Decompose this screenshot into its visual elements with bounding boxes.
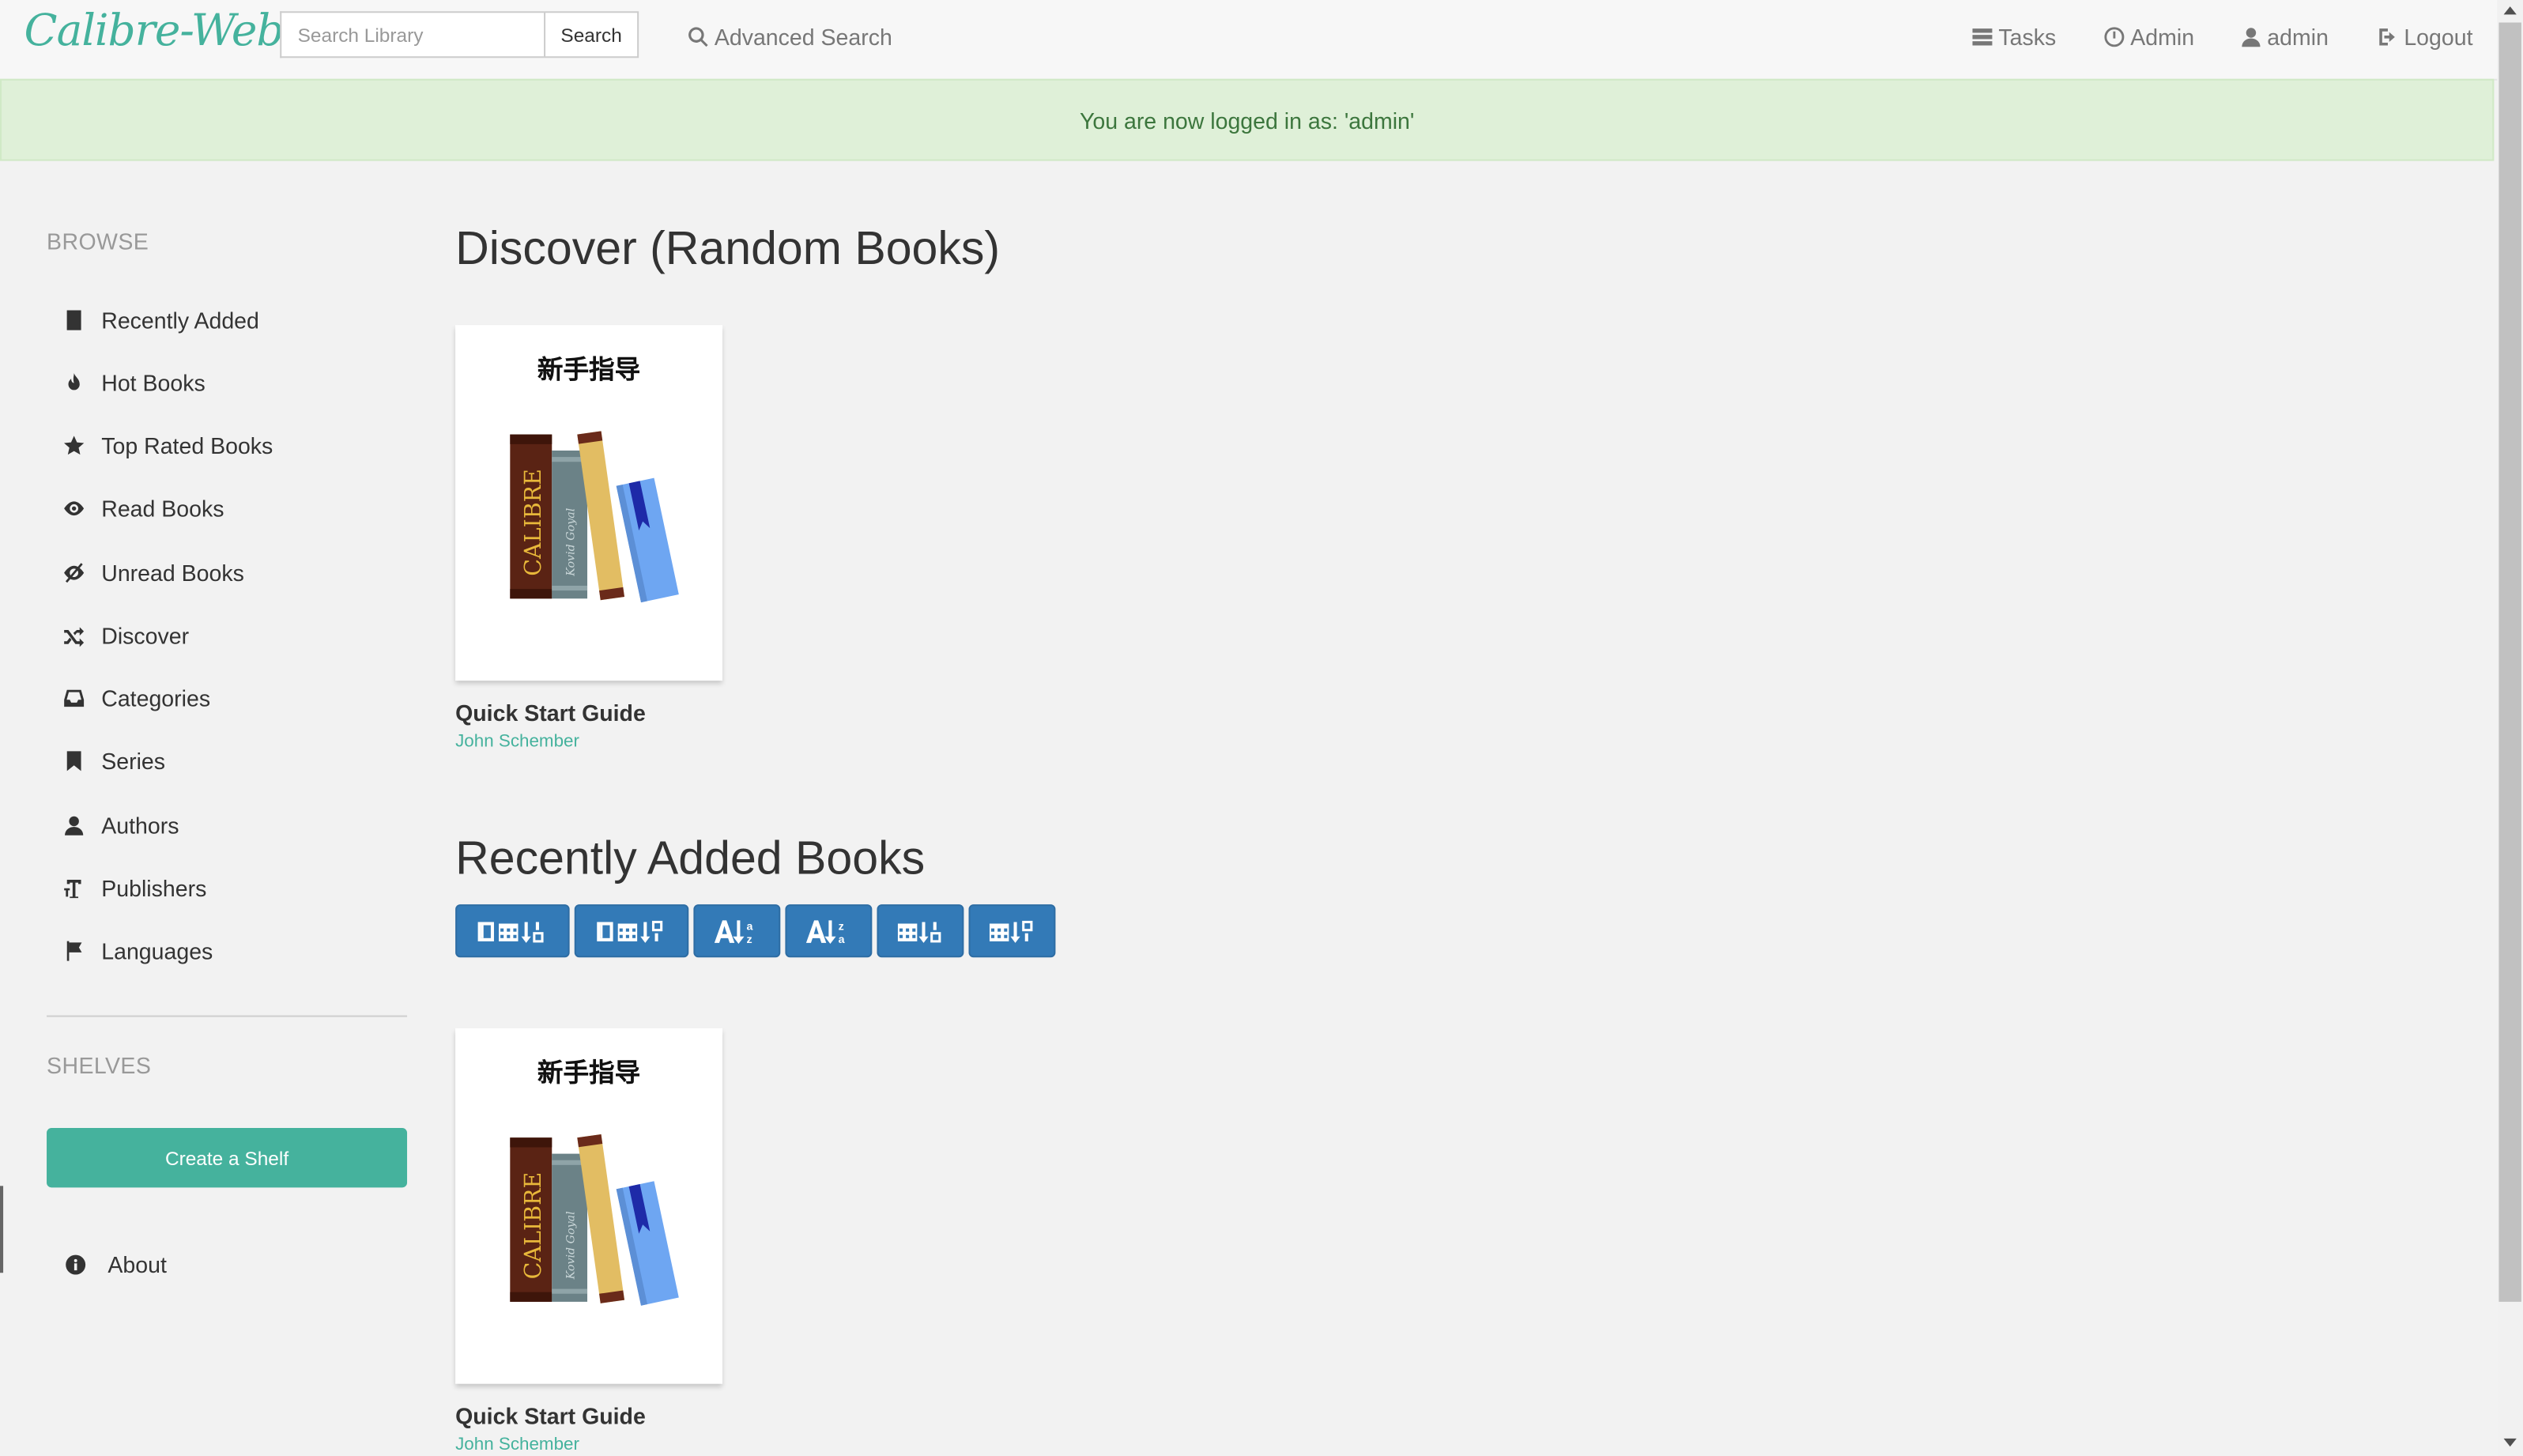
- tasks-label: Tasks: [1998, 24, 2057, 51]
- tasks-icon: [1971, 26, 1993, 48]
- cover-title: 新手指导: [537, 1057, 641, 1088]
- dashboard-icon: [2103, 26, 2126, 48]
- scroll-thumb[interactable]: [2498, 22, 2521, 1302]
- calibre-books-illustration: CALIBRE Kovid Goyal: [510, 1133, 679, 1306]
- search-input[interactable]: [280, 11, 545, 58]
- book-author[interactable]: John Schember: [455, 1435, 579, 1454]
- sidebar-item-recently-added[interactable]: Recently Added: [59, 306, 259, 335]
- browse-heading: BROWSE: [47, 228, 149, 255]
- sidebar-item-label: Publishers: [101, 875, 207, 901]
- sort-alpha-desc-button[interactable]: z a: [785, 904, 873, 958]
- cover-spine-text: CALIBRE: [520, 469, 546, 576]
- sidebar-item-hot-books[interactable]: Hot Books: [59, 368, 206, 398]
- sort-book-date-asc-icon: [477, 921, 543, 942]
- bookmark-icon: [59, 747, 89, 776]
- text-size-icon: [59, 873, 89, 903]
- discover-section-title: Discover (Random Books): [455, 223, 1001, 276]
- user-icon: [59, 811, 89, 840]
- sidebar-item-unread-books[interactable]: Unread Books: [59, 558, 244, 587]
- sort-alpha-desc-icon: z a: [805, 919, 845, 945]
- user-profile-link[interactable]: admin: [2240, 24, 2329, 51]
- advanced-search-link[interactable]: Advanced Search: [687, 24, 892, 51]
- sort-book-date-asc-button[interactable]: [455, 904, 570, 958]
- cover-spine-author: Kovid Goyal: [565, 508, 578, 577]
- sidebar-item-publishers[interactable]: Publishers: [59, 873, 206, 903]
- book-cover[interactable]: 新手指导 CALIBRE Kovid Goyal: [455, 1028, 723, 1384]
- sidebar-item-label: Languages: [101, 937, 213, 964]
- star-icon: [59, 432, 89, 461]
- book-icon: [59, 306, 89, 335]
- logout-link[interactable]: Logout: [2377, 24, 2473, 51]
- flag-icon: [59, 937, 89, 966]
- sidebar-item-discover[interactable]: Discover: [59, 621, 189, 651]
- sidebar-item-about[interactable]: About: [61, 1250, 167, 1280]
- info-icon: [61, 1250, 90, 1280]
- sort-alpha-asc-button[interactable]: a z: [693, 904, 781, 958]
- scroll-down-arrow-icon[interactable]: [2503, 1438, 2517, 1447]
- svg-text:a: a: [747, 920, 753, 933]
- eye-icon: [59, 494, 89, 523]
- sidebar-item-read-books[interactable]: Read Books: [59, 494, 224, 523]
- book-author[interactable]: John Schember: [455, 732, 579, 751]
- sidebar-item-label: Series: [101, 748, 166, 775]
- cover-spine-text: CALIBRE: [520, 1172, 546, 1280]
- tasks-link[interactable]: Tasks: [1971, 24, 2057, 51]
- sort-date-asc-button[interactable]: [877, 904, 964, 958]
- sort-book-date-desc-button[interactable]: [574, 904, 689, 958]
- calibre-books-illustration: CALIBRE Kovid Goyal: [510, 431, 679, 603]
- sort-date-desc-icon: [989, 919, 1033, 942]
- cover-title: 新手指导: [537, 353, 641, 385]
- book-cover[interactable]: 新手指导 CALIBRE Kovid Goyal: [455, 325, 723, 681]
- search-button[interactable]: Search: [544, 11, 639, 58]
- sidebar-item-label: Authors: [101, 813, 179, 839]
- sidebar-item-label: Unread Books: [101, 560, 244, 586]
- sort-date-desc-button[interactable]: [968, 904, 1056, 958]
- admin-link[interactable]: Admin: [2103, 24, 2195, 51]
- brand-logo[interactable]: Calibre-Web: [25, 6, 285, 56]
- logout-label: Logout: [2404, 24, 2473, 51]
- page-scrollbar[interactable]: [2497, 0, 2523, 1456]
- sidebar-item-top-rated[interactable]: Top Rated Books: [59, 432, 273, 461]
- user-icon: [2240, 26, 2262, 48]
- book-title[interactable]: Quick Start Guide: [455, 700, 646, 726]
- create-shelf-button[interactable]: Create a Shelf: [47, 1128, 408, 1188]
- scroll-up-arrow-icon[interactable]: [2503, 6, 2517, 15]
- inbox-icon: [59, 684, 89, 713]
- search-icon: [687, 26, 709, 48]
- sidebar-item-series[interactable]: Series: [59, 747, 165, 776]
- cover-spine-author: Kovid Goyal: [565, 1211, 578, 1280]
- sidebar-item-label: Discover: [101, 622, 190, 649]
- sort-date-asc-icon: [897, 921, 941, 942]
- sidebar-item-languages[interactable]: Languages: [59, 937, 213, 966]
- svg-text:z: z: [747, 933, 752, 945]
- sidebar-item-label: Read Books: [101, 495, 224, 522]
- sidebar-item-categories[interactable]: Categories: [59, 684, 210, 713]
- login-success-alert: You are now logged in as: 'admin': [0, 78, 2495, 161]
- admin-label: Admin: [2130, 24, 2195, 51]
- left-edge-handle: [0, 1186, 4, 1273]
- svg-text:a: a: [839, 933, 845, 945]
- shelves-heading: SHELVES: [47, 1052, 152, 1078]
- user-label: admin: [2267, 24, 2329, 51]
- sidebar-item-label: Categories: [101, 685, 211, 711]
- book-title[interactable]: Quick Start Guide: [455, 1403, 646, 1429]
- sidebar-divider: [47, 1015, 408, 1017]
- fire-icon: [59, 368, 89, 398]
- logout-icon: [2377, 26, 2399, 48]
- sidebar-item-label: Recently Added: [101, 307, 259, 334]
- eye-slash-icon: [59, 558, 89, 587]
- sidebar-item-label: Top Rated Books: [101, 432, 273, 459]
- top-navbar: Calibre-Web Search Advanced Search Tasks…: [0, 0, 2498, 81]
- advanced-search-label: Advanced Search: [714, 24, 892, 51]
- sidebar-item-label: About: [107, 1251, 167, 1278]
- shuffle-icon: [59, 621, 89, 651]
- sort-book-date-desc-icon: [596, 919, 662, 942]
- recent-section-title: Recently Added Books: [455, 833, 926, 885]
- svg-text:z: z: [839, 920, 844, 933]
- sidebar-item-authors[interactable]: Authors: [59, 811, 179, 840]
- sort-alpha-asc-icon: a z: [714, 919, 753, 945]
- sidebar-item-label: Hot Books: [101, 370, 206, 396]
